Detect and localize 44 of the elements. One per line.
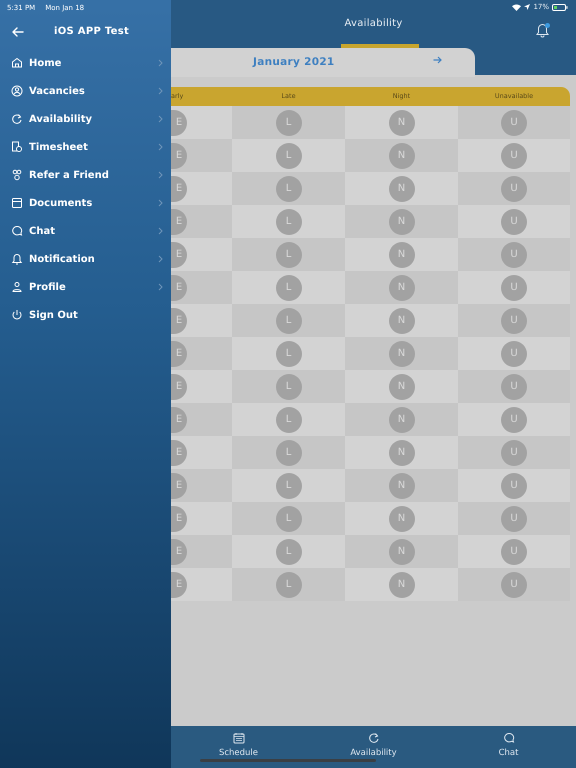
chat-bubble-icon — [502, 732, 514, 744]
wifi-icon — [512, 4, 522, 10]
chevron-icon — [158, 255, 163, 263]
battery-icon — [552, 4, 568, 10]
refresh-icon — [11, 113, 23, 125]
tab-item[interactable]: Availability — [306, 726, 441, 768]
menu-item[interactable]: Notification — [0, 245, 171, 273]
drawer-title: iOS APP Test — [54, 26, 130, 38]
month-label: January 2021 — [253, 54, 335, 70]
screen-title: Availability — [344, 17, 403, 31]
refresh-icon — [368, 732, 380, 744]
menu-item[interactable]: Sign Out — [0, 301, 171, 329]
chevron-icon — [158, 171, 163, 179]
document-icon — [11, 197, 23, 209]
next-month-arrow-icon[interactable] — [433, 56, 442, 64]
calendar-icon — [232, 732, 244, 744]
chevron-icon — [158, 87, 163, 95]
menu-item[interactable]: Documents — [0, 189, 171, 217]
notification-bell-icon[interactable] — [536, 22, 551, 38]
menu-item[interactable]: Home — [0, 49, 171, 77]
menu-item[interactable]: Availability — [0, 105, 171, 133]
chevron-icon — [158, 199, 163, 207]
power-icon — [11, 309, 23, 321]
back-arrow-icon[interactable] — [12, 27, 24, 37]
chat-bubble-icon — [11, 225, 23, 237]
chevron-icon — [158, 283, 163, 291]
timesheet-icon — [11, 141, 23, 153]
menu-item[interactable]: Vacancies — [0, 77, 171, 105]
tab-item[interactable]: Chat — [441, 726, 576, 768]
location-icon — [524, 4, 530, 10]
menu-item[interactable]: Chat — [0, 217, 171, 245]
chevron-icon — [158, 227, 163, 235]
user-icon — [11, 281, 23, 293]
people-icon — [11, 169, 23, 181]
chevron-icon — [158, 115, 163, 123]
menu-item[interactable]: Profile — [0, 273, 171, 301]
menu-item[interactable]: Refer a Friend — [0, 161, 171, 189]
chevron-icon — [158, 59, 163, 67]
tab-item[interactable]: Schedule — [171, 726, 306, 768]
person-circle-icon — [11, 85, 23, 97]
chevron-icon — [158, 143, 163, 151]
menu-item[interactable]: Timesheet — [0, 133, 171, 161]
bell-icon — [11, 253, 23, 265]
home-icon — [11, 57, 23, 69]
